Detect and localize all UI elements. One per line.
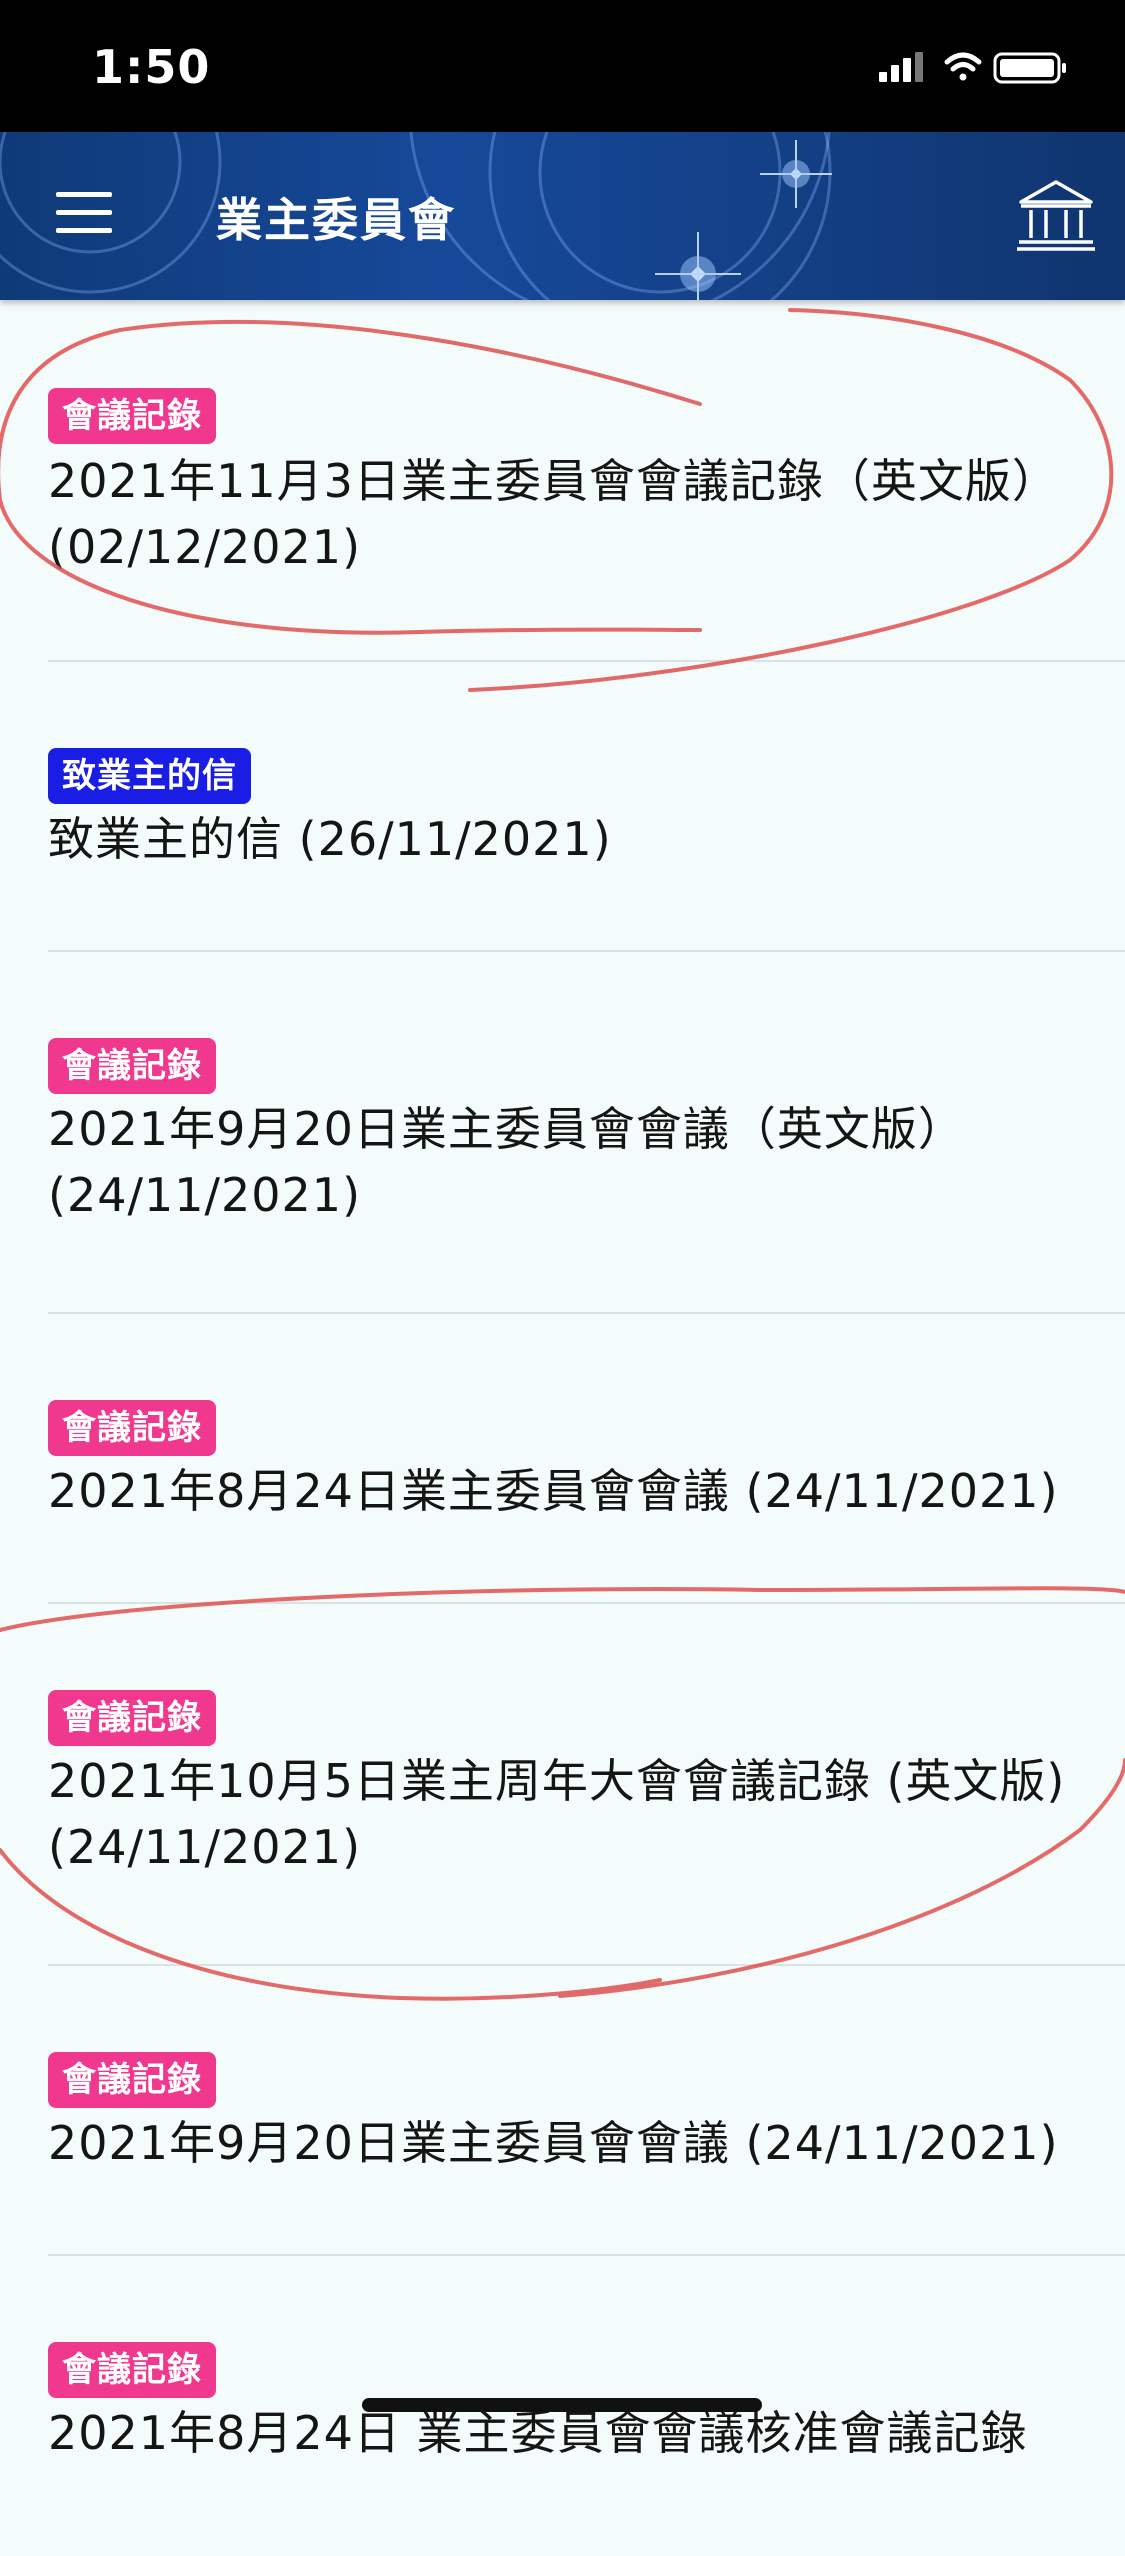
category-badge: 會議記錄 bbox=[48, 388, 216, 444]
status-time: 1:50 bbox=[92, 40, 211, 94]
item-title: 2021年9月20日業主委員會會議 (24/11/2021) bbox=[48, 2116, 1059, 2170]
status-bar: 1:50 bbox=[0, 0, 1125, 132]
page-title: 業主委員會 bbox=[216, 193, 456, 247]
list-item[interactable]: 致業主的信 致業主的信 (26/11/2021) bbox=[48, 662, 1125, 952]
list-item[interactable]: 會議記錄 2021年11月3日業主委員會會議記錄（英文版）(02/12/2021… bbox=[48, 300, 1125, 662]
list-item[interactable]: 會議記錄 2021年9月20日業主委員會會議（英文版）(24/11/2021) bbox=[48, 952, 1125, 1314]
item-title: 2021年8月24日業主委員會會議 (24/11/2021) bbox=[48, 1464, 1059, 1518]
home-button[interactable] bbox=[1015, 178, 1097, 254]
category-badge: 致業主的信 bbox=[48, 748, 251, 804]
category-badge: 會議記錄 bbox=[48, 1400, 216, 1456]
battery-icon bbox=[993, 52, 1066, 84]
building-home-icon bbox=[1017, 180, 1095, 251]
header-background-decoration bbox=[0, 132, 832, 300]
wifi-icon bbox=[944, 52, 982, 81]
item-title: 致業主的信 (26/11/2021) bbox=[48, 812, 612, 866]
list-item[interactable]: 會議記錄 2021年9月20日業主委員會會議 (24/11/2021) bbox=[48, 1966, 1125, 2256]
category-badge: 會議記錄 bbox=[48, 1690, 216, 1746]
category-badge: 會議記錄 bbox=[48, 2052, 216, 2108]
status-icons bbox=[877, 50, 1077, 90]
app-header: 業主委員會 bbox=[0, 132, 1125, 300]
item-title: 2021年9月20日業主委員會會議（英文版）(24/11/2021) bbox=[48, 1102, 965, 1222]
category-badge: 會議記錄 bbox=[48, 2342, 216, 2398]
list-item[interactable]: 會議記錄 2021年10月5日業主周年大會會議記錄 (英文版) (24/11/2… bbox=[48, 1604, 1125, 1966]
menu-button[interactable] bbox=[56, 188, 116, 240]
cellular-signal-icon bbox=[879, 52, 923, 82]
item-title: 2021年11月3日業主委員會會議記錄（英文版）(02/12/2021) bbox=[48, 454, 1059, 574]
list-item[interactable]: 會議記錄 2021年8月24日業主委員會會議 (24/11/2021) bbox=[48, 1314, 1125, 1604]
item-title: 2021年10月5日業主周年大會會議記錄 (英文版) (24/11/2021) bbox=[48, 1754, 1066, 1874]
hamburger-menu-icon bbox=[56, 192, 112, 197]
home-indicator bbox=[362, 2398, 762, 2412]
category-badge: 會議記錄 bbox=[48, 1038, 216, 1094]
